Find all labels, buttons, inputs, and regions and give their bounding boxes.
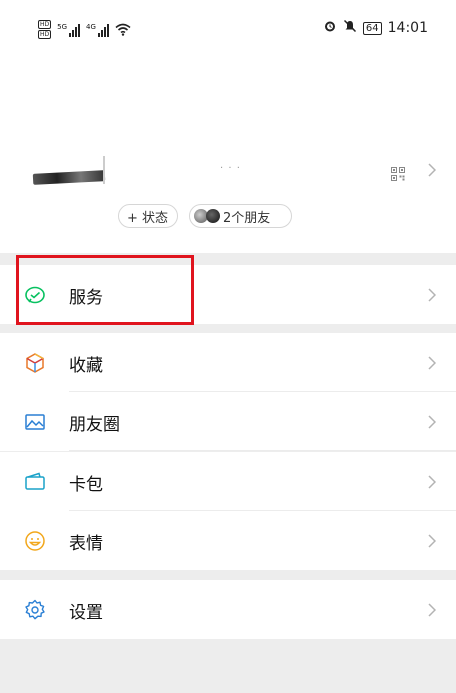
- smiley-icon: [24, 530, 46, 552]
- signal-4g-icon: 4G: [86, 23, 109, 37]
- menu-label: 表情: [69, 534, 103, 554]
- alarm-icon: [323, 19, 337, 37]
- cube-icon: [24, 352, 46, 374]
- divider: [69, 450, 456, 451]
- blurred-avatar: [32, 170, 106, 185]
- friends-chip-label: 2个朋友: [223, 210, 271, 226]
- hd-indicators: HD HD: [38, 20, 52, 39]
- wallet-icon: [24, 471, 46, 493]
- add-status-chip[interactable]: + 状态: [118, 204, 178, 228]
- friend-avatar: [206, 209, 220, 223]
- friends-chip[interactable]: 2个朋友: [189, 204, 292, 228]
- menu-item-favorites[interactable]: 收藏: [0, 333, 456, 392]
- signal-label: 5G: [57, 22, 68, 31]
- clock-time: 14:01: [387, 20, 428, 36]
- chevron-right-icon: [428, 162, 437, 181]
- menu-item-settings[interactable]: 设置: [0, 580, 456, 639]
- menu-label: 收藏: [69, 356, 103, 376]
- menu-item-stickers[interactable]: 表情: [0, 511, 456, 570]
- hd-badge: HD: [38, 20, 52, 29]
- hd-badge: HD: [38, 30, 52, 39]
- battery-icon: 64: [362, 21, 382, 35]
- signal-label: 4G: [86, 22, 96, 31]
- menu-label: 设置: [69, 603, 103, 623]
- chevron-right-icon: [428, 287, 437, 306]
- menu-label: 朋友圈: [69, 415, 120, 435]
- chevron-right-icon: [428, 602, 437, 621]
- status-bar: HD HD 5G 4G 64 14:01: [0, 0, 456, 60]
- status-right: 64 14:01: [323, 19, 428, 37]
- chevron-right-icon: [428, 355, 437, 374]
- gear-icon: [24, 599, 46, 621]
- mute-icon: [343, 19, 357, 37]
- chevron-right-icon: [428, 414, 437, 433]
- blurred-edge: [103, 156, 105, 184]
- status-chip-label: + 状态: [127, 210, 169, 226]
- menu-item-moments[interactable]: 朋友圈: [0, 392, 456, 451]
- wifi-icon: [115, 23, 131, 36]
- signal-5g-icon: 5G: [57, 22, 81, 37]
- status-left: HD HD 5G 4G: [38, 20, 131, 39]
- chevron-right-icon: [428, 533, 437, 552]
- chevron-right-icon: [428, 474, 437, 493]
- menu-item-cards[interactable]: 卡包: [0, 452, 456, 511]
- qr-code-icon[interactable]: [391, 166, 405, 185]
- image-icon: [24, 411, 46, 433]
- profile-header[interactable]: · · · + 状态 2个朋友: [0, 150, 456, 250]
- highlight-box: [16, 255, 194, 325]
- menu-label: 卡包: [69, 475, 103, 495]
- profile-name: · · ·: [220, 163, 241, 174]
